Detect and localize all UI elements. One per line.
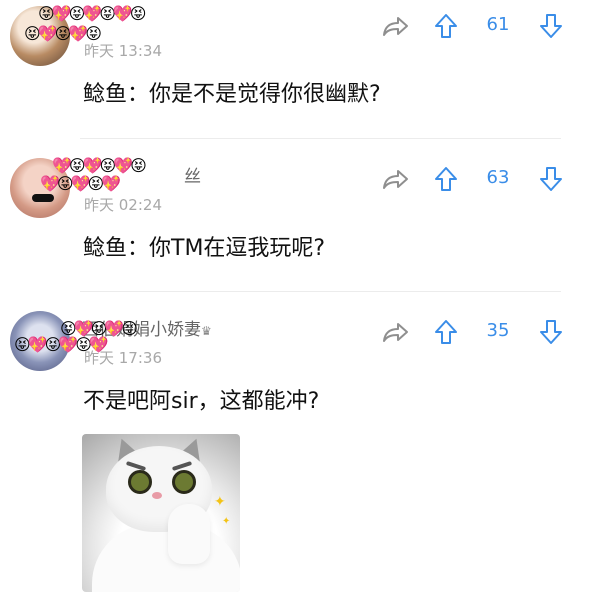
divider [80, 138, 561, 139]
upvote-icon[interactable] [433, 12, 459, 40]
downvote-icon[interactable] [538, 165, 564, 193]
username-tail[interactable]: 丝 [184, 162, 201, 187]
upvote-icon[interactable] [433, 318, 459, 346]
timestamp: 昨天 17:36 [84, 349, 162, 367]
cat-eye [128, 470, 152, 494]
share-icon[interactable] [380, 319, 410, 345]
share-icon[interactable] [380, 166, 410, 192]
sparkle-icon: ✦ [222, 516, 231, 527]
cat-eye [172, 470, 196, 494]
timestamp: 昨天 13:34 [84, 42, 162, 60]
cat-nose [152, 492, 162, 499]
comment-1: 😝💖😝💖😝💖😝 😝💖😝💖😝 昨天 13:34 61 鲶鱼：你是不是觉得你很幽默? [0, 0, 591, 138]
comment-2: 💖😝💖😝💖😝 💖😝💖😝💖 丝 昨天 02:24 63 鲶鱼：你TM在逗我玩呢? [0, 150, 591, 290]
cat-meme-image[interactable]: ✦ ✦ [82, 434, 240, 592]
timestamp: 昨天 02:24 [84, 196, 162, 214]
downvote-icon[interactable] [538, 318, 564, 346]
vote-count: 35 [486, 320, 510, 341]
comment-text: 鲶鱼：你是不是觉得你很幽默? [83, 82, 381, 107]
upvote-icon[interactable] [433, 165, 459, 193]
downvote-icon[interactable] [538, 12, 564, 40]
comment-text: 不是吧阿sir，这都能冲? [83, 389, 320, 414]
crown-icon: ♛ [201, 324, 212, 338]
cat-body [92, 524, 240, 592]
divider [80, 291, 561, 292]
sparkle-icon: ✦ [214, 494, 226, 510]
vote-count: 63 [486, 167, 510, 188]
username-emoji-row[interactable]: 💖😝💖😝💖 [40, 172, 121, 196]
vote-count: 61 [486, 14, 510, 35]
share-icon[interactable] [380, 13, 410, 39]
comment-text: 鲶鱼：你TM在逗我玩呢? [83, 236, 326, 261]
cat-thumb-paw [168, 504, 210, 564]
